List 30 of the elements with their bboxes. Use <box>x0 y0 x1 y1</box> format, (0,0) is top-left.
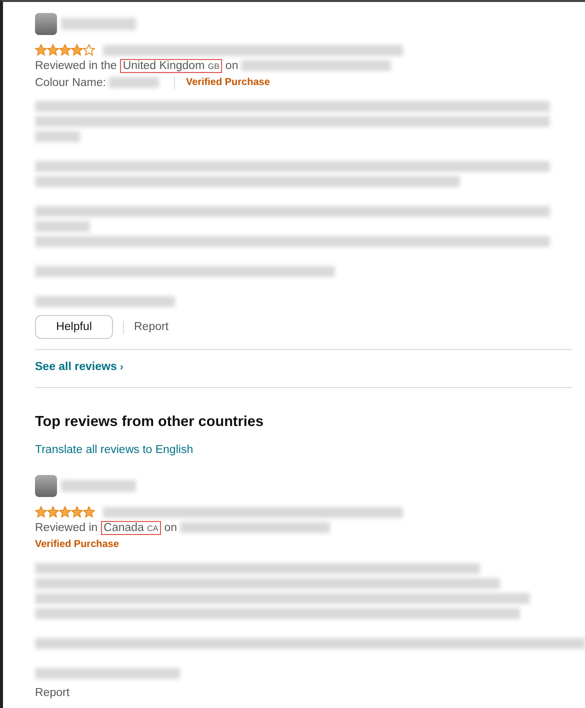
redacted-text <box>35 221 90 232</box>
redacted-text <box>35 131 80 142</box>
review-origin-text: Reviewed in <box>35 522 98 534</box>
star-icon <box>71 506 83 518</box>
star-icon <box>59 506 71 518</box>
star-icon <box>59 44 71 56</box>
redacted-text <box>108 77 159 88</box>
star-icon <box>83 506 95 518</box>
verified-purchase-label: Verified Purchase <box>35 539 119 550</box>
review-origin-text: Reviewed in the <box>35 60 117 72</box>
verified-purchase-label: Verified Purchase <box>186 77 270 88</box>
star-icon <box>47 506 59 518</box>
avatar <box>35 475 57 497</box>
helpful-button[interactable]: Helpful <box>35 315 113 339</box>
see-all-reviews-link[interactable]: See all reviews › <box>35 361 572 373</box>
report-link[interactable]: Report <box>134 321 169 333</box>
translate-link[interactable]: Translate all reviews to English <box>35 444 572 456</box>
star-icon <box>35 506 47 518</box>
star-icon <box>47 44 59 56</box>
review-origin-text: on <box>225 60 238 72</box>
country-name: Canada CA <box>100 520 162 534</box>
star-icon <box>35 44 47 56</box>
avatar <box>35 13 57 35</box>
review-origin-text: on <box>164 522 178 534</box>
section-heading: Top reviews from other countries <box>35 414 265 430</box>
report-link[interactable]: Report <box>35 687 70 699</box>
star-icon <box>71 44 83 56</box>
country-name: United Kingdom GB <box>120 58 222 72</box>
colour-label: Colour Name: <box>35 76 106 88</box>
star-icon <box>83 44 95 56</box>
